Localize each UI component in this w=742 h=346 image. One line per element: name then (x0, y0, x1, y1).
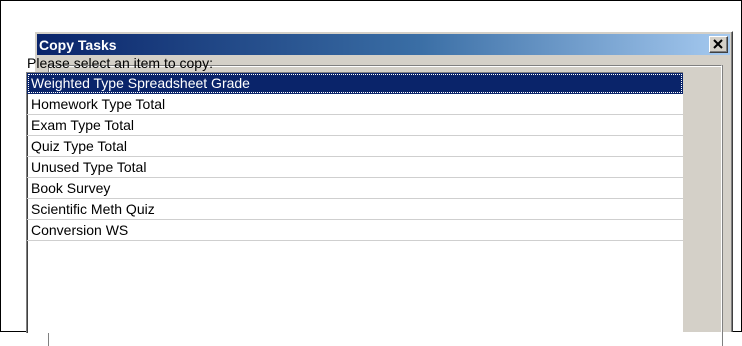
list-item[interactable]: Unused Type Total (27, 157, 683, 178)
list-item[interactable]: Quiz Type Total (27, 136, 683, 157)
close-icon (713, 39, 723, 49)
list-item[interactable]: Weighted Type Spreadsheet Grade (27, 73, 683, 94)
list-item[interactable]: Scientific Meth Quiz (27, 199, 683, 220)
list-item[interactable]: Homework Type Total (27, 94, 683, 115)
list-item[interactable]: Book Survey (27, 178, 683, 199)
dialog-titlebar[interactable]: Copy Tasks (37, 34, 730, 55)
close-button[interactable] (709, 36, 728, 53)
task-listbox[interactable]: Weighted Type Spreadsheet Grade Homework… (26, 72, 683, 333)
screenshot-frame: Copy Tasks Please select an item to copy… (0, 0, 742, 346)
list-item[interactable]: Exam Type Total (27, 115, 683, 136)
dialog-title: Copy Tasks (39, 37, 117, 53)
list-item[interactable]: Conversion WS (27, 220, 683, 241)
prompt-label: Please select an item to copy: (27, 55, 213, 71)
